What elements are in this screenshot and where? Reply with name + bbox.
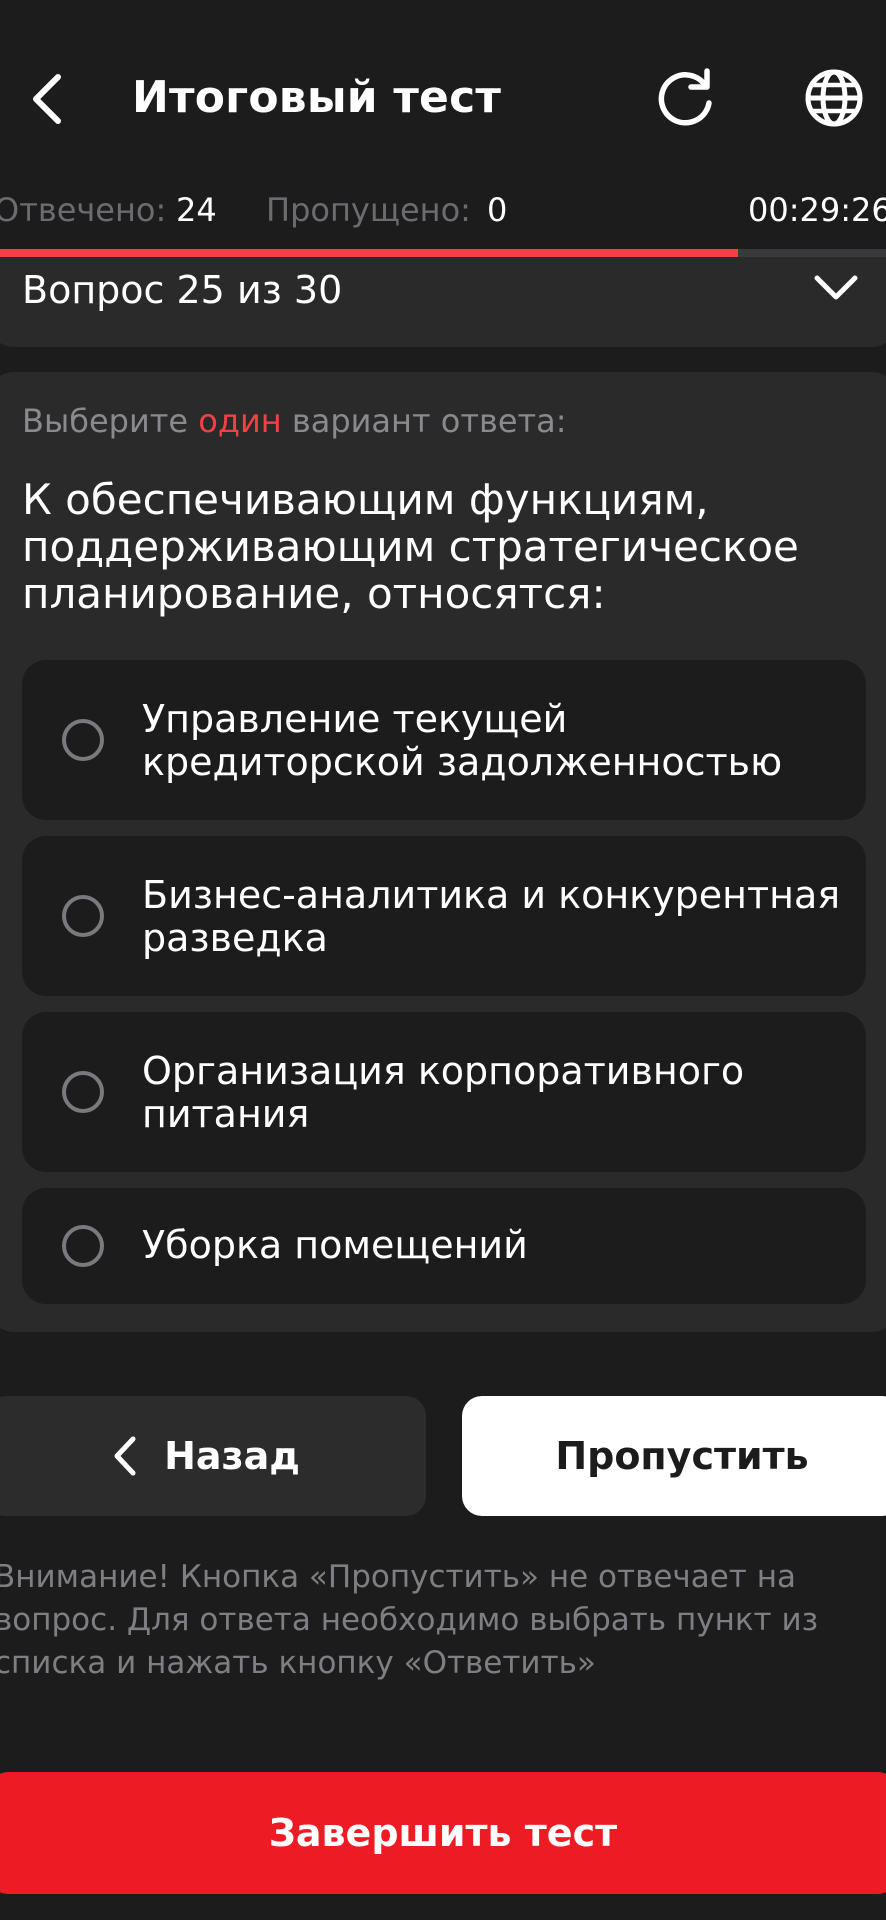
finish-test-button[interactable]: Завершить тест [0,1772,886,1894]
radio-icon[interactable] [62,1225,104,1267]
answer-option-label: Организация корпоративного питания [142,1049,745,1136]
skip-warning: Внимание! Кнопка «Пропустить» не отвечае… [0,1559,819,1681]
skipped-label: Пропущено: [266,191,471,229]
back-nav-button[interactable]: Назад [0,1396,426,1516]
answer-option-1[interactable]: Управление текущей кредиторской задолжен… [22,660,866,820]
back-button[interactable] [18,60,78,138]
language-button[interactable] [798,62,870,134]
answered-label: Отвечено: [0,191,167,229]
refresh-button[interactable] [650,62,722,134]
skipped-count: 0 [487,191,508,229]
answer-option-3[interactable]: Организация корпоративного питания [22,1012,866,1172]
radio-icon[interactable] [62,1071,104,1113]
back-arrow-icon [33,74,61,124]
answer-option-4[interactable]: Уборка помещений [22,1188,866,1304]
chevron-left-icon [114,1436,136,1476]
answer-instruction: Выберите один вариант ответа: [22,400,567,442]
chevron-down-icon [814,275,858,300]
refresh-icon [658,68,712,126]
answer-option-label: Бизнес-аналитика и конкурентная разведка [142,873,841,960]
page-title: Итоговый тест [132,72,502,123]
radio-icon[interactable] [62,719,104,761]
skip-button-label: Пропустить [555,1434,809,1478]
instruction-suffix: вариант ответа: [291,402,567,440]
globe-icon [805,69,863,127]
progress-bar [0,249,886,257]
instruction-prefix: Выберите [22,402,189,440]
finish-button-label: Завершить тест [268,1811,618,1855]
answer-option-label: Уборка помещений [142,1223,528,1267]
timer: 00:29:26 [748,191,886,229]
back-button-label: Назад [164,1434,300,1478]
radio-icon[interactable] [62,895,104,937]
instruction-accent: один [198,402,282,440]
question-dropdown-toggle[interactable] [806,262,866,314]
question-number: Вопрос 25 из 30 [22,268,343,312]
skip-button[interactable]: Пропустить [462,1396,886,1516]
answer-option-2[interactable]: Бизнес-аналитика и конкурентная разведка [22,836,866,996]
answered-count: 24 [176,191,217,229]
question-text: К обеспечивающим функциям, поддерживающи… [22,475,799,618]
answer-option-label: Управление текущей кредиторской задолжен… [142,697,783,784]
progress-fill [0,249,738,257]
